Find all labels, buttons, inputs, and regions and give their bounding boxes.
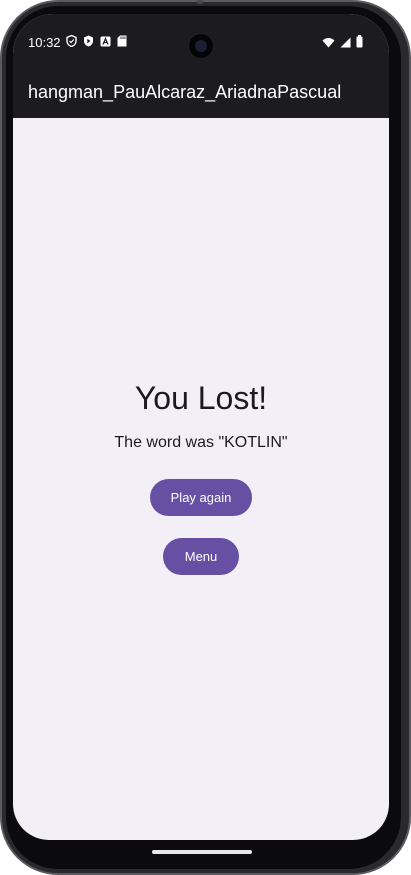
wifi-icon [322,35,335,53]
status-system-icons [322,35,363,53]
screen: 10:32 hangman_PauAlcaraz_AriadnaPascual … [13,14,389,840]
menu-button[interactable]: Menu [163,538,239,575]
play-again-button[interactable]: Play again [150,479,252,516]
status-time: 10:32 [28,35,61,50]
app-a-icon [100,36,111,47]
status-notification-icons [66,35,127,47]
app-title: hangman_PauAlcaraz_AriadnaPascual [28,82,342,102]
phone-top-button [197,0,203,4]
game-result-panel: You Lost! The word was "KOTLIN" Play aga… [13,118,389,840]
front-camera [187,32,215,60]
result-title: You Lost! [134,380,268,416]
app-bar: hangman_PauAlcaraz_AriadnaPascual [13,64,389,118]
shield-icon [66,35,77,47]
home-indicator[interactable] [152,850,252,854]
revealed-word-message: The word was "KOTLIN" [114,434,288,451]
status-bar: 10:32 [13,14,389,64]
sd-card-icon [117,35,127,47]
play-protect-icon [83,35,94,47]
signal-icon [340,35,351,53]
battery-icon [356,35,363,53]
